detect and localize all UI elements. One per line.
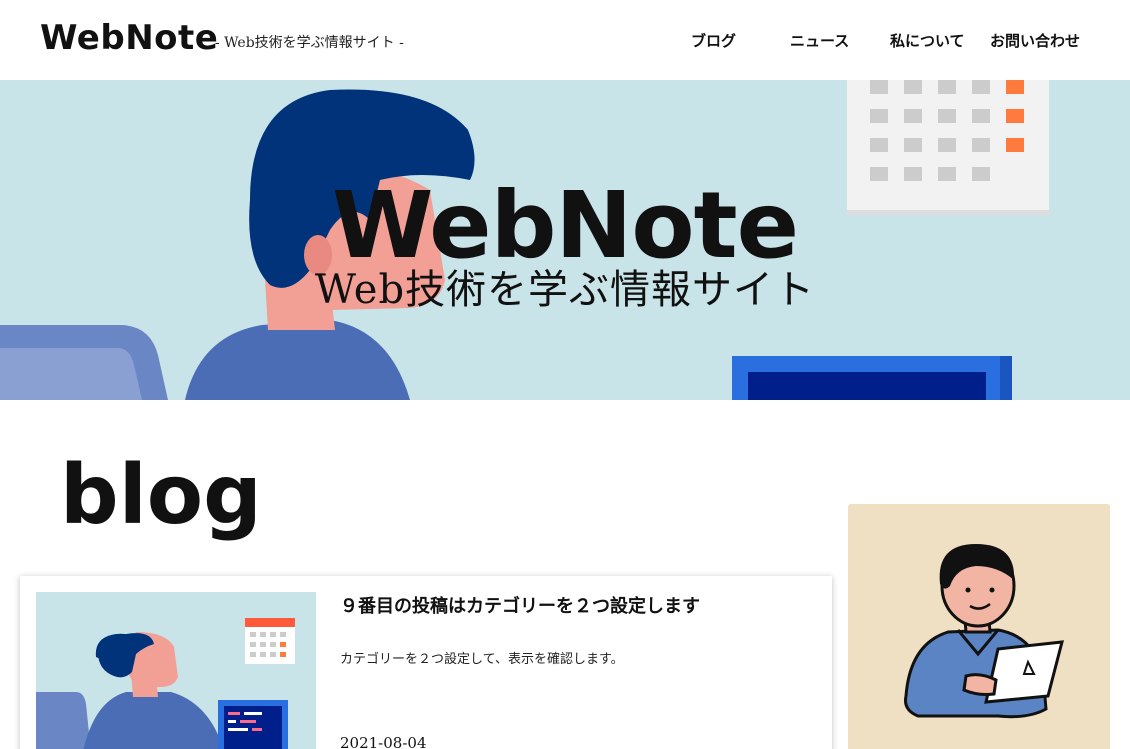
section-title-blog: blog [60,448,262,543]
nav-item-blog[interactable]: ブログ [691,30,736,51]
post-thumbnail-illustration [36,618,295,749]
site-header: WebNote - Web技術を学ぶ情報サイト - ブログ ニュース 私について… [0,0,1130,80]
hero-title: WebNote [331,172,799,279]
site-tagline: - Web技術を学ぶ情報サイト - [215,35,404,51]
nav-item-contact[interactable]: お問い合わせ [990,30,1080,51]
post-excerpt: カテゴリーを２つ設定して、表示を確認します。 [340,652,624,667]
nav-item-news[interactable]: ニュース [790,30,849,51]
post-thumbnail[interactable] [36,592,316,749]
post-card[interactable]: ９番目の投稿はカテゴリーを２つ設定します カテゴリーを２つ設定して、表示を確認し… [20,576,832,749]
site-logo[interactable]: WebNote [40,18,218,58]
hero-banner: WebNote Web技術を学ぶ情報サイト [0,80,1130,400]
post-date: 2021-08-04 [340,734,427,749]
nav-item-about[interactable]: 私について [890,30,965,51]
profile-avatar-illustration [904,544,1064,719]
hero-subtitle: Web技術を学ぶ情報サイト [314,267,816,313]
profile-card [848,504,1110,749]
post-title[interactable]: ９番目の投稿はカテゴリーを２つ設定します [340,592,700,618]
